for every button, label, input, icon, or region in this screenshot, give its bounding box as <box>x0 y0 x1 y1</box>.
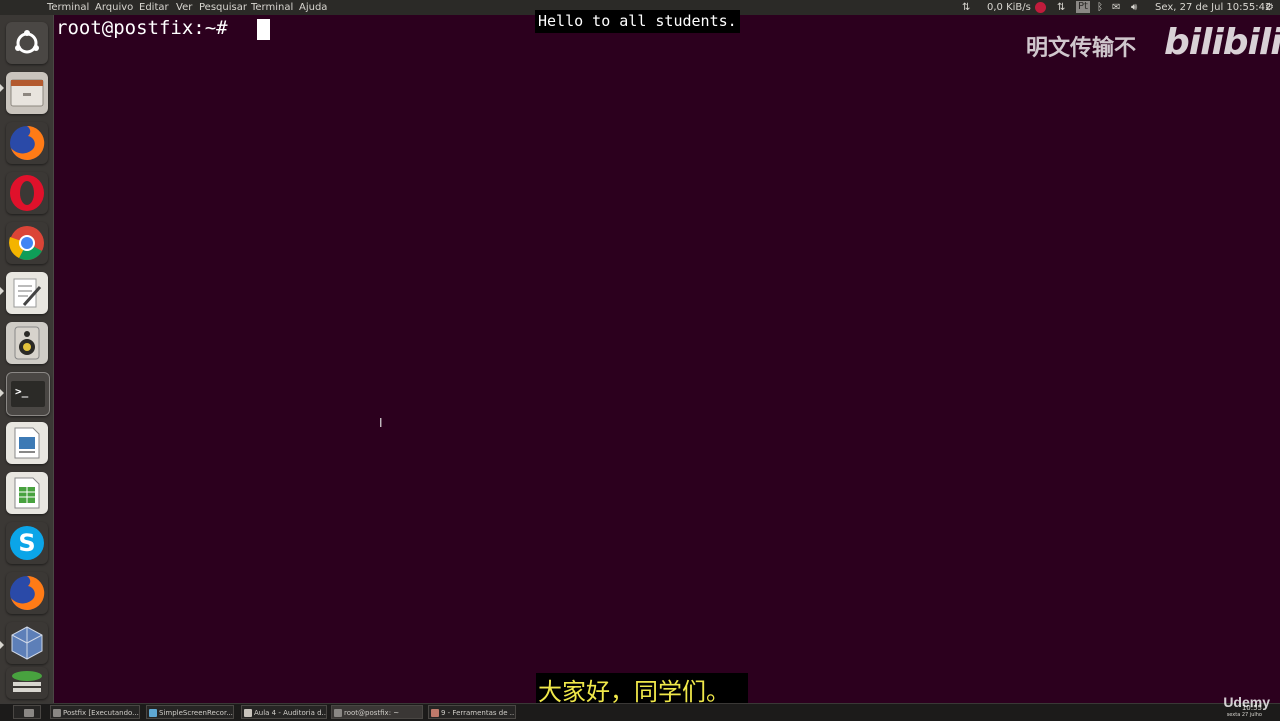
task-postfix[interactable]: Postfix [Executando... <box>50 705 140 719</box>
network-speed[interactable]: 0,0 KiB/s <box>987 0 1031 15</box>
firefox-icon[interactable] <box>6 572 48 614</box>
chrome-icon[interactable] <box>6 222 48 264</box>
skype-icon[interactable]: S <box>6 522 48 564</box>
layers-icon[interactable] <box>6 667 48 699</box>
files-icon[interactable] <box>6 72 48 114</box>
libreoffice-writer-icon[interactable] <box>6 422 48 464</box>
bilibili-logo: bilibili <box>1164 22 1280 63</box>
menu-terminal[interactable]: Terminal <box>47 0 89 15</box>
terminal-prompt: root@postfix:~# <box>56 17 240 39</box>
volume-icon[interactable]: 🔊︎ <box>1131 0 1137 15</box>
virtualbox-icon[interactable] <box>6 622 48 664</box>
record-indicator-icon[interactable] <box>1035 2 1046 13</box>
menu-arquivo[interactable]: Arquivo <box>95 0 133 15</box>
menu-ver[interactable]: Ver <box>176 0 192 15</box>
terminal-icon[interactable]: >_ <box>6 372 50 416</box>
task-label: Aula 4 - Auditoria d... <box>254 709 327 717</box>
taskbar: Postfix [Executando... SimpleScreenRecor… <box>0 703 1280 721</box>
task-terminal[interactable]: root@postfix: ~ <box>331 705 423 719</box>
watermark-text: 明文传输不 <box>1026 36 1137 61</box>
task-aula[interactable]: Aula 4 - Auditoria d... <box>241 705 327 719</box>
gear-icon[interactable]: ⚙ <box>1265 0 1274 15</box>
mail-icon[interactable]: ✉ <box>1112 0 1120 15</box>
task-label: root@postfix: ~ <box>344 709 400 717</box>
bluetooth-icon[interactable]: ᛒ <box>1097 0 1103 15</box>
task-label: SimpleScreenRecor... <box>159 709 233 717</box>
menu-editar[interactable]: Editar <box>139 0 169 15</box>
keyboard-layout[interactable]: Pt <box>1076 1 1090 13</box>
terminal-cursor <box>257 19 270 40</box>
text-editor-icon[interactable] <box>6 272 48 314</box>
launcher: >_ S <box>0 15 54 703</box>
network-arrows-icon[interactable]: ⇅ <box>962 0 970 15</box>
terminal-window[interactable] <box>54 15 1280 703</box>
show-desktop-button[interactable] <box>13 705 41 719</box>
speaker-icon[interactable] <box>6 322 48 364</box>
task-label: 9 - Ferramentas de ... <box>441 709 516 717</box>
firefox-icon[interactable] <box>6 122 48 164</box>
svg-text:>_: >_ <box>15 385 29 398</box>
opera-icon[interactable] <box>6 172 48 214</box>
libreoffice-calc-icon[interactable] <box>6 472 48 514</box>
datetime[interactable]: Sex, 27 de Jul 10:55:42 <box>1155 0 1271 15</box>
task-ferramentas[interactable]: 9 - Ferramentas de ... <box>428 705 516 719</box>
ubuntu-dash-icon[interactable] <box>6 22 48 64</box>
task-label: Postfix [Executando... <box>63 709 139 717</box>
mouse-ibeam-icon: I <box>379 416 383 430</box>
menu-pesquisar[interactable]: Pesquisar <box>199 0 247 15</box>
menu-ajuda[interactable]: Ajuda <box>299 0 327 15</box>
clock-date: sexta 27 julho <box>1226 712 1262 718</box>
transfer-icon[interactable]: ⇅ <box>1057 0 1065 15</box>
indicator-area: ⇅ 0,0 KiB/s ⇅ Pt ᛒ ✉ 🔊︎ Sex, 27 de Jul 1… <box>960 0 1280 15</box>
subtitle-english: Hello to all students. <box>535 10 740 33</box>
menu-terminal-2[interactable]: Terminal <box>251 0 293 15</box>
task-screen-recorder[interactable]: SimpleScreenRecor... <box>146 705 234 719</box>
svg-text:S: S <box>18 529 35 557</box>
udemy-logo: Udemy <box>1223 694 1270 710</box>
